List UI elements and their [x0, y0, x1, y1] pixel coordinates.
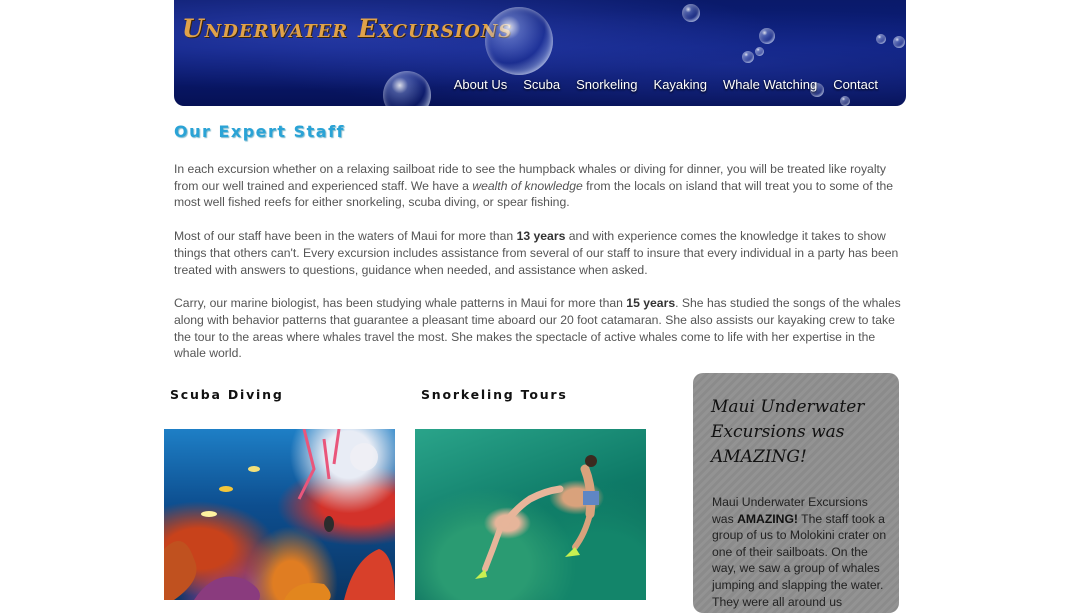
intro-text: In each excursion whether on a relaxing …: [174, 161, 909, 379]
main-navigation: About Us Scuba Snorkeling Kayaking Whale…: [454, 77, 878, 92]
nav-snorkeling[interactable]: Snorkeling: [576, 77, 637, 92]
snorkelers-illustration: [475, 455, 599, 579]
bubble-decoration: [485, 7, 553, 75]
bubble-decoration: [383, 71, 431, 106]
testimonial-card: Maui Underwater Excursions was AMAZING! …: [693, 373, 899, 613]
site-header: Underwater Excursions About Us Scuba Sno…: [174, 0, 906, 106]
paragraph-staff-royalty: In each excursion whether on a relaxing …: [174, 162, 894, 210]
bubble-decoration: [742, 51, 754, 63]
nav-contact[interactable]: Contact: [833, 77, 878, 92]
bubble-decoration: [759, 28, 775, 44]
snorkeling-tours-heading[interactable]: Snorkeling Tours: [421, 387, 568, 402]
bubble-decoration: [682, 4, 700, 22]
bubble-decoration: [840, 96, 850, 106]
page-title: Our Expert Staff: [174, 122, 346, 141]
nav-scuba[interactable]: Scuba: [523, 77, 560, 92]
scuba-diving-heading[interactable]: Scuba Diving: [170, 387, 284, 402]
paragraph-marine-biologist: Carry, our marine biologist, has been st…: [174, 296, 901, 361]
bubble-decoration: [893, 36, 905, 48]
testimonial-heading: Maui Underwater Excursions was AMAZING!: [711, 397, 865, 467]
nav-about-us[interactable]: About Us: [454, 77, 507, 92]
testimonial-text: Maui Underwater Excursions was AMAZING! …: [712, 495, 887, 609]
page: Underwater Excursions About Us Scuba Sno…: [0, 0, 1080, 613]
snorkeling-tours-photo[interactable]: [415, 429, 646, 600]
site-logo-text[interactable]: Underwater Excursions: [182, 14, 512, 43]
scuba-diving-photo[interactable]: [164, 429, 395, 600]
nav-kayaking[interactable]: Kayaking: [654, 77, 707, 92]
nav-whale-watching[interactable]: Whale Watching: [723, 77, 817, 92]
paragraph-staff-experience: Most of our staff have been in the water…: [174, 229, 899, 277]
bubble-decoration: [876, 34, 886, 44]
bubble-decoration: [755, 47, 764, 56]
coral-reef-illustration: [164, 429, 395, 600]
